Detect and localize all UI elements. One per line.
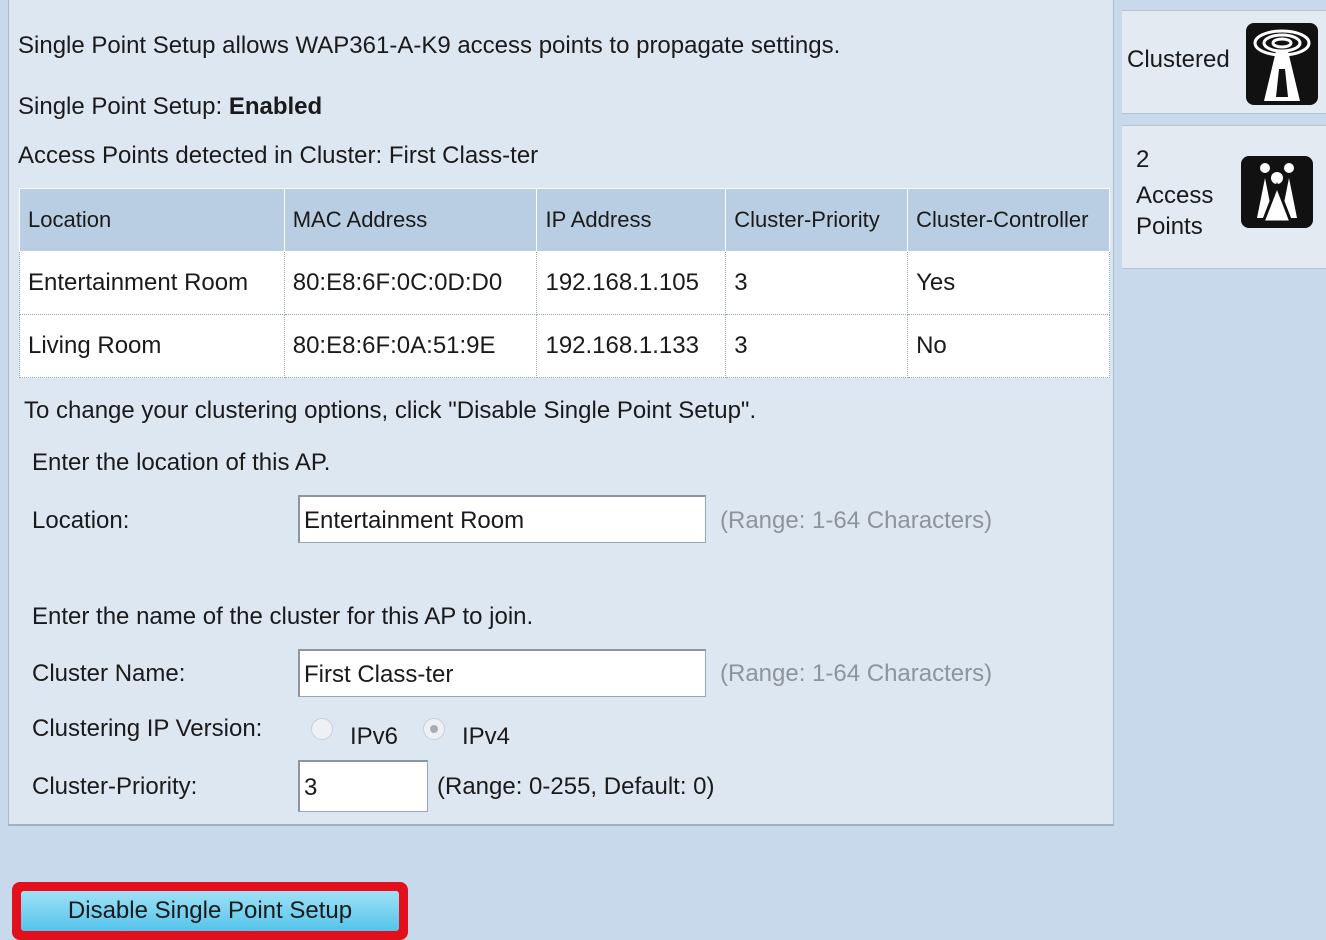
cell-ip: 192.168.1.105 — [536, 251, 727, 315]
cluster-name-range-hint: (Range: 1-64 Characters) — [720, 660, 993, 687]
cell-priority: 3 — [725, 314, 909, 378]
disable-single-point-setup-button[interactable]: Disable Single Point Setup — [21, 891, 399, 931]
ipv6-label: IPv6 — [350, 723, 399, 750]
cell-controller: No — [907, 314, 1110, 378]
ap-count: 2 — [1136, 146, 1150, 173]
location-prompt: Enter the location of this AP. — [32, 449, 331, 476]
cell-location: Entertainment Room — [19, 251, 285, 315]
access-points-card: 2 Access Points — [1122, 125, 1326, 269]
single-point-status: Single Point Setup: Enabled — [18, 93, 322, 121]
column-header-priority: Cluster-Priority — [725, 188, 909, 252]
ipv4-radio[interactable] — [423, 718, 445, 740]
cell-mac: 80:E8:6F:0C:0D:D0 — [283, 251, 538, 315]
clustered-label: Clustered — [1127, 46, 1230, 73]
cluster-name-label: Cluster Name: — [32, 660, 186, 687]
ipv6-radio[interactable] — [311, 718, 333, 740]
cluster-detected-text: Access Points detected in Cluster: First… — [18, 142, 539, 169]
status-label: Single Point Setup: — [18, 93, 229, 120]
cell-location: Living Room — [19, 314, 285, 378]
cell-ip: 192.168.1.133 — [536, 314, 727, 378]
antenna-icon — [1246, 23, 1318, 105]
column-header-location: Location — [19, 188, 285, 252]
cell-priority: 3 — [725, 251, 909, 315]
intro-text: Single Point Setup allows WAP361-A-K9 ac… — [18, 32, 841, 59]
cluster-name-prompt: Enter the name of the cluster for this A… — [32, 603, 534, 630]
location-label: Location: — [32, 507, 130, 534]
disable-button-highlight: Disable Single Point Setup — [12, 882, 408, 940]
change-hint-text: To change your clustering options, click… — [24, 397, 757, 424]
cell-controller: Yes — [907, 251, 1110, 315]
column-header-ip: IP Address — [536, 188, 727, 252]
table-row: Entertainment Room 80:E8:6F:0C:0D:D0 192… — [19, 251, 1110, 315]
ipv4-label: IPv4 — [462, 723, 511, 750]
column-header-mac: MAC Address — [283, 188, 538, 252]
location-input[interactable] — [298, 495, 706, 543]
column-header-controller: Cluster-Controller — [907, 188, 1110, 252]
table-row: Living Room 80:E8:6F:0A:51:9E 192.168.1.… — [19, 314, 1110, 378]
clustered-status-card: Clustered — [1122, 10, 1326, 114]
status-value: Enabled — [228, 93, 323, 120]
ip-version-label: Clustering IP Version: — [32, 715, 263, 742]
cluster-priority-range-hint: (Range: 0-255, Default: 0) — [437, 773, 715, 800]
cluster-priority-label: Cluster-Priority: — [32, 773, 198, 800]
table-header-row: Location MAC Address IP Address Cluster-… — [19, 188, 1110, 252]
cell-mac: 80:E8:6F:0A:51:9E — [283, 314, 538, 378]
ap-label-line2: Points — [1136, 213, 1203, 240]
location-range-hint: (Range: 1-64 Characters) — [720, 507, 993, 534]
cluster-priority-input[interactable] — [298, 760, 428, 812]
ap-label-line1: Access — [1136, 182, 1214, 209]
users-icon — [1241, 156, 1313, 228]
cluster-name-input[interactable] — [298, 649, 706, 697]
access-points-table: Location MAC Address IP Address Cluster-… — [19, 188, 1110, 378]
